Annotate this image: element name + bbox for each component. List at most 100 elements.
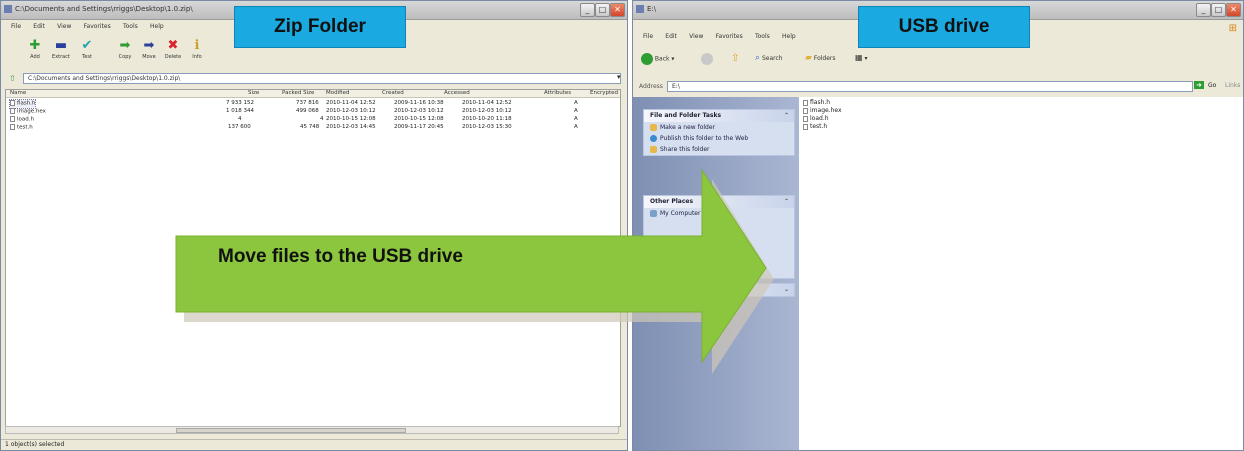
file-icon — [10, 108, 15, 114]
up-folder-icon[interactable]: ⇧ — [731, 53, 739, 64]
add-button[interactable]: ✚ Add — [25, 38, 45, 61]
column-packed-size[interactable]: Packed Size — [282, 90, 314, 97]
menu-help[interactable]: Help — [150, 21, 164, 32]
table-row[interactable]: image.hex 1 018 344 499 068 2010-12-03 1… — [6, 108, 620, 115]
file-size: 137 600 — [228, 124, 251, 130]
new-folder-icon — [650, 124, 657, 131]
column-accessed[interactable]: Accessed — [444, 90, 470, 97]
usb-address-field[interactable]: E:\ — [667, 81, 1193, 92]
list-item[interactable]: load.h — [803, 115, 829, 123]
publish-folder-link[interactable]: Publish this folder to the Web — [644, 133, 794, 144]
list-item[interactable]: image.hex — [803, 107, 842, 115]
file-folder-tasks-header[interactable]: File and Folder Tasks ⌃ — [644, 110, 794, 122]
back-button[interactable]: Back ▾ — [641, 53, 674, 65]
expand-icon: ⌄ — [783, 286, 789, 293]
copy-button[interactable]: ➡ Copy — [115, 39, 135, 61]
menu-view[interactable]: View — [57, 21, 71, 32]
minimize-button[interactable]: _ — [1196, 3, 1211, 17]
file-packed: 499 068 — [296, 108, 319, 114]
move-button[interactable]: ➡ Move — [139, 38, 159, 61]
address-label: Address — [639, 83, 663, 90]
close-button[interactable]: ✕ — [1226, 3, 1241, 17]
folders-button[interactable]: ▰ Folders — [805, 53, 836, 63]
column-encrypted[interactable]: Encrypted — [590, 90, 618, 97]
close-button[interactable]: ✕ — [610, 3, 625, 17]
other-places-header[interactable]: Other Places ⌃ — [644, 196, 794, 208]
column-modified[interactable]: Modified — [326, 90, 349, 97]
file-name: flash.h — [8, 99, 37, 109]
zip-address-field[interactable]: C:\Documents and Settings\rriggs\Desktop… — [23, 73, 621, 84]
details-header[interactable]: Details ⌄ — [644, 284, 794, 296]
list-item[interactable]: flash.h — [803, 99, 830, 107]
go-button[interactable]: Go — [1208, 82, 1216, 89]
links-button[interactable]: Links — [1225, 82, 1240, 89]
zip-folder-callout: Zip Folder — [234, 6, 406, 48]
file-name: test.h — [10, 124, 33, 132]
menu-tools[interactable]: Tools — [755, 31, 770, 42]
column-size[interactable]: Size — [248, 90, 259, 97]
extract-button[interactable]: ▬ Extract — [51, 39, 71, 61]
delete-x-icon: ✖ — [167, 38, 179, 53]
archive-icon — [4, 5, 12, 13]
table-row[interactable]: test.h 137 600 45 748 2010-12-03 14:45 2… — [6, 124, 620, 131]
search-icon: ⌕ — [755, 53, 761, 63]
file-icon — [10, 116, 15, 122]
share-folder-link[interactable]: Share this folder — [644, 144, 794, 155]
menu-file[interactable]: File — [643, 31, 653, 42]
task-pane: File and Folder Tasks ⌃ Make a new folder… — [633, 97, 799, 450]
forward-arrow-icon — [701, 53, 713, 65]
info-icon: ℹ — [194, 38, 200, 53]
forward-button[interactable] — [701, 53, 713, 65]
file-created: 2009-11-17 20:45 — [394, 124, 444, 130]
menu-view[interactable]: View — [689, 31, 703, 42]
file-icon — [10, 124, 15, 130]
file-accessed: 2010-12-03 15:30 — [462, 124, 512, 130]
plus-icon: ✚ — [29, 38, 41, 53]
up-folder-icon[interactable]: ⇧ — [9, 74, 16, 83]
column-created[interactable]: Created — [382, 90, 404, 97]
menu-help[interactable]: Help — [782, 31, 796, 42]
windows-logo-icon: ⊞ — [1228, 23, 1237, 34]
table-row[interactable]: flash.h 7 933 152 737 816 2010-11-04 12:… — [6, 99, 620, 109]
file-name: image.hex — [10, 108, 46, 116]
column-attributes[interactable]: Attributes — [544, 90, 571, 97]
share-folder-icon — [650, 146, 657, 153]
horizontal-scrollbar[interactable] — [5, 426, 619, 434]
maximize-button[interactable]: □ — [595, 3, 610, 17]
my-computer-link[interactable]: My Computer — [644, 208, 794, 219]
menu-favorites[interactable]: Favorites — [84, 21, 111, 32]
minimize-button[interactable]: _ — [580, 3, 595, 17]
delete-button[interactable]: ✖ Delete — [163, 38, 183, 61]
file-modified: 2010-12-03 14:45 — [326, 124, 376, 130]
menu-edit[interactable]: Edit — [665, 31, 677, 42]
file-packed: 45 748 — [300, 124, 320, 130]
views-button[interactable]: ▦ ▾ — [855, 53, 867, 62]
file-size: 1 018 344 — [226, 108, 254, 114]
arrow-label: Move files to the USB drive — [218, 246, 463, 267]
go-arrow-icon[interactable]: ➜ — [1194, 81, 1204, 89]
menu-file[interactable]: File — [11, 21, 21, 32]
scrollbar-thumb[interactable] — [176, 428, 406, 433]
maximize-button[interactable]: □ — [1211, 3, 1226, 17]
file-attr: A — [574, 124, 578, 130]
test-button[interactable]: ✔ Test — [77, 39, 97, 61]
search-button[interactable]: ⌕ Search — [755, 53, 783, 63]
file-packed: 737 816 — [296, 100, 319, 106]
column-name[interactable]: Name — [10, 90, 26, 97]
menu-favorites[interactable]: Favorites — [716, 31, 743, 42]
chevron-down-icon[interactable]: ▾ — [617, 73, 621, 81]
make-new-folder-link[interactable]: Make a new folder — [644, 122, 794, 133]
file-modified: 2010-11-04 12:52 — [326, 100, 376, 106]
file-folder-tasks-panel: File and Folder Tasks ⌃ Make a new folder… — [643, 109, 795, 156]
file-modified: 2010-10-15 12:08 — [326, 116, 376, 122]
file-created: 2010-10-15 12:08 — [394, 116, 444, 122]
file-created: 2010-12-03 10:12 — [394, 108, 444, 114]
menu-edit[interactable]: Edit — [33, 21, 45, 32]
info-button[interactable]: ℹ Info — [187, 38, 207, 61]
file-accessed: 2010-12-03 10:12 — [462, 108, 512, 114]
menu-tools[interactable]: Tools — [123, 21, 138, 32]
list-item[interactable]: test.h — [803, 123, 827, 131]
move-arrow-icon: ➡ — [143, 38, 155, 53]
file-icon — [803, 99, 808, 106]
table-row[interactable]: load.h 4 4 2010-10-15 12:08 2010-10-15 1… — [6, 116, 620, 123]
